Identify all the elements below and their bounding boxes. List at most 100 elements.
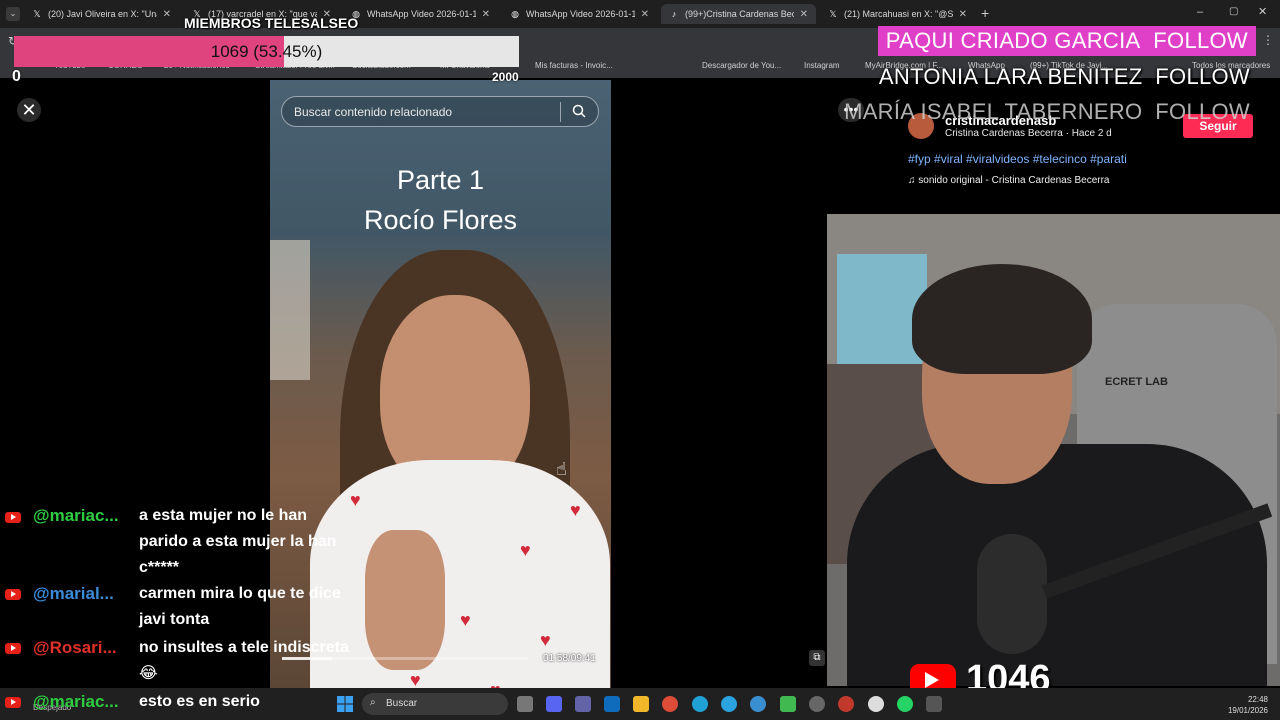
maximize-button[interactable]: ▢ bbox=[1229, 6, 1238, 17]
webcam-person-hair bbox=[912, 264, 1092, 374]
tab-label: WhatsApp Video 2026-01-18 a bbox=[526, 9, 635, 19]
heart-icon: ♥ bbox=[520, 540, 531, 560]
app-icon[interactable] bbox=[780, 696, 796, 712]
search-divider bbox=[560, 102, 561, 122]
chat-username: @Rosari... bbox=[33, 638, 117, 657]
video-hashtags[interactable]: #fyp #viral #viralvideos #telecinco #par… bbox=[908, 152, 1127, 166]
webcam-person-body bbox=[847, 444, 1267, 686]
chrome-icon[interactable] bbox=[662, 696, 678, 712]
video-title-line-2: Rocío Flores bbox=[363, 205, 518, 235]
minimize-button[interactable]: – bbox=[1197, 6, 1203, 18]
clipboard-icon[interactable]: ⧉ bbox=[809, 650, 825, 666]
app-icon[interactable] bbox=[868, 696, 884, 712]
bookmark-instagram[interactable]: Instagram bbox=[804, 61, 840, 70]
youtube-icon bbox=[5, 589, 21, 600]
taskbar-search-label: Buscar bbox=[386, 698, 418, 709]
x-icon: 𝕏 bbox=[33, 9, 41, 19]
browser-menu-icon[interactable]: ⋮ bbox=[1262, 33, 1274, 47]
follow-alert: ANTONIA LARA BENITEZ FOLLOW bbox=[879, 64, 1250, 90]
person-hand bbox=[365, 530, 445, 670]
browser-tab[interactable]: 𝕏 (20) Javi Oliveira en X: "Una de ✕ bbox=[24, 4, 179, 24]
whatsapp-icon[interactable] bbox=[897, 696, 913, 712]
chat-text: a esta mujer no le han parido a esta muj… bbox=[139, 507, 337, 576]
heart-icon: ♥ bbox=[350, 490, 361, 510]
file-explorer-icon[interactable] bbox=[633, 696, 649, 712]
tab-label: (20) Javi Oliveira en X: "Una de bbox=[48, 9, 157, 19]
heart-icon: ♥ bbox=[490, 680, 501, 688]
chat-text: no insultes a tele indiscreta 😂 bbox=[139, 639, 349, 682]
mouse-cursor-icon: ☝ bbox=[556, 459, 567, 479]
close-tab-icon[interactable]: ✕ bbox=[959, 9, 967, 20]
chat-username: @marial... bbox=[33, 584, 114, 603]
browser-tab[interactable]: ◍ WhatsApp Video 2026-01-18 a ✕ bbox=[502, 4, 657, 24]
youtube-icon bbox=[5, 697, 21, 708]
related-search-input[interactable]: Buscar contenido relacionado bbox=[281, 96, 599, 127]
youtube-icon bbox=[5, 643, 21, 654]
webcam-feed: ECRET LAB bbox=[827, 214, 1280, 686]
teams-icon[interactable] bbox=[575, 696, 591, 712]
video-sound[interactable]: ♫ sonido original - Cristina Cardenas Be… bbox=[908, 175, 1109, 186]
tiktok-icon: ♪ bbox=[671, 9, 677, 19]
chat-message: @Rosari... no insultes a tele indiscreta… bbox=[0, 638, 349, 690]
close-tab-icon[interactable]: ✕ bbox=[482, 9, 490, 20]
play-icon bbox=[925, 672, 939, 688]
poll-max: 2000 bbox=[492, 70, 519, 84]
app-icon[interactable] bbox=[809, 696, 825, 712]
search-icon[interactable] bbox=[572, 104, 586, 118]
clock-date: 19/01/2026 bbox=[1227, 706, 1268, 715]
tab-search-button[interactable]: ⌄ bbox=[6, 7, 20, 21]
close-icon[interactable]: ✕ bbox=[17, 98, 41, 122]
chair-logo-text: ECRET LAB bbox=[1105, 376, 1168, 388]
tab-label: (21) Marcahuasi en X: "@Salom bbox=[844, 9, 953, 19]
browser-tab[interactable]: ♪ (99+)Cristina Cardenas Bec ✕ bbox=[661, 4, 816, 24]
related-search-placeholder: Buscar contenido relacionado bbox=[294, 105, 453, 119]
profile-meta: Cristina Cardenas Becerra · Hace 2 d bbox=[945, 128, 1112, 139]
window-close-button[interactable]: ✕ bbox=[1258, 5, 1267, 18]
task-view-icon[interactable] bbox=[517, 696, 533, 712]
follower-name: MARÍA ISABEL TABERNERO bbox=[844, 99, 1143, 124]
bookmark-mis-facturas[interactable]: Mis facturas - Invoic... bbox=[535, 61, 613, 70]
search-icon: ⌕ bbox=[370, 697, 376, 708]
telegram-icon[interactable] bbox=[721, 696, 737, 712]
chat-text: carmen mira lo que te dice javi tonta bbox=[139, 585, 341, 628]
network-icon[interactable] bbox=[750, 696, 766, 712]
background-window bbox=[270, 240, 310, 380]
heart-icon: ♥ bbox=[540, 630, 551, 650]
heart-icon: ♥ bbox=[410, 670, 421, 688]
chat-text: esto es en serio bbox=[139, 693, 260, 710]
outlook-icon[interactable] bbox=[604, 696, 620, 712]
close-tab-icon[interactable]: ✕ bbox=[641, 9, 649, 20]
follower-name: ANTONIA LARA BENITEZ bbox=[878, 64, 1143, 89]
x-icon: 𝕏 bbox=[829, 9, 837, 19]
tab-label: (99+)Cristina Cardenas Bec bbox=[685, 9, 794, 19]
taskbar-search-input[interactable]: ⌕ Buscar bbox=[362, 693, 508, 715]
poll-min: 0 bbox=[12, 68, 21, 85]
music-note-icon: ♫ bbox=[908, 175, 919, 186]
chat-username: @mariac... bbox=[33, 692, 119, 711]
follow-label: FOLLOW bbox=[1155, 64, 1250, 89]
globe-icon: ◍ bbox=[511, 9, 519, 19]
clock-time: 22:48 bbox=[1247, 695, 1268, 704]
sound-label: sonido original - Cristina Cardenas Bece… bbox=[918, 175, 1110, 186]
video-overlay-title: Parte 1 Rocío Flores bbox=[270, 160, 611, 240]
follow-label: FOLLOW bbox=[1155, 99, 1250, 124]
chat-message: @marial... carmen mira lo que te dice ja… bbox=[0, 584, 341, 636]
new-tab-button[interactable]: + bbox=[981, 5, 989, 21]
discord-icon[interactable] bbox=[546, 696, 562, 712]
poll-title: MIEMBROS TELESALSEO bbox=[184, 15, 359, 31]
app-icon[interactable] bbox=[926, 696, 942, 712]
chat-message: @mariac... esto es en serio bbox=[0, 692, 340, 718]
youtube-icon bbox=[5, 512, 21, 523]
bookmark-descargador[interactable]: Descargador de You... bbox=[702, 61, 781, 70]
follow-label: FOLLOW bbox=[1153, 28, 1248, 53]
browser-tab[interactable]: 𝕏 (21) Marcahuasi en X: "@Salom ✕ bbox=[820, 4, 975, 24]
app-icon[interactable] bbox=[838, 696, 854, 712]
chat-username: @mariac... bbox=[33, 506, 119, 525]
browser-tab[interactable]: ◍WhatsApp Video 2026-01-18 a✕ bbox=[343, 4, 498, 24]
close-tab-icon[interactable]: ✕ bbox=[163, 9, 171, 20]
close-tab-icon[interactable]: ✕ bbox=[800, 9, 808, 20]
system-clock[interactable]: 22:48 19/01/2026 bbox=[1220, 694, 1268, 716]
microphone bbox=[977, 534, 1047, 654]
video-time: 01:58/09:41 bbox=[543, 653, 596, 664]
edge-icon[interactable] bbox=[692, 696, 708, 712]
